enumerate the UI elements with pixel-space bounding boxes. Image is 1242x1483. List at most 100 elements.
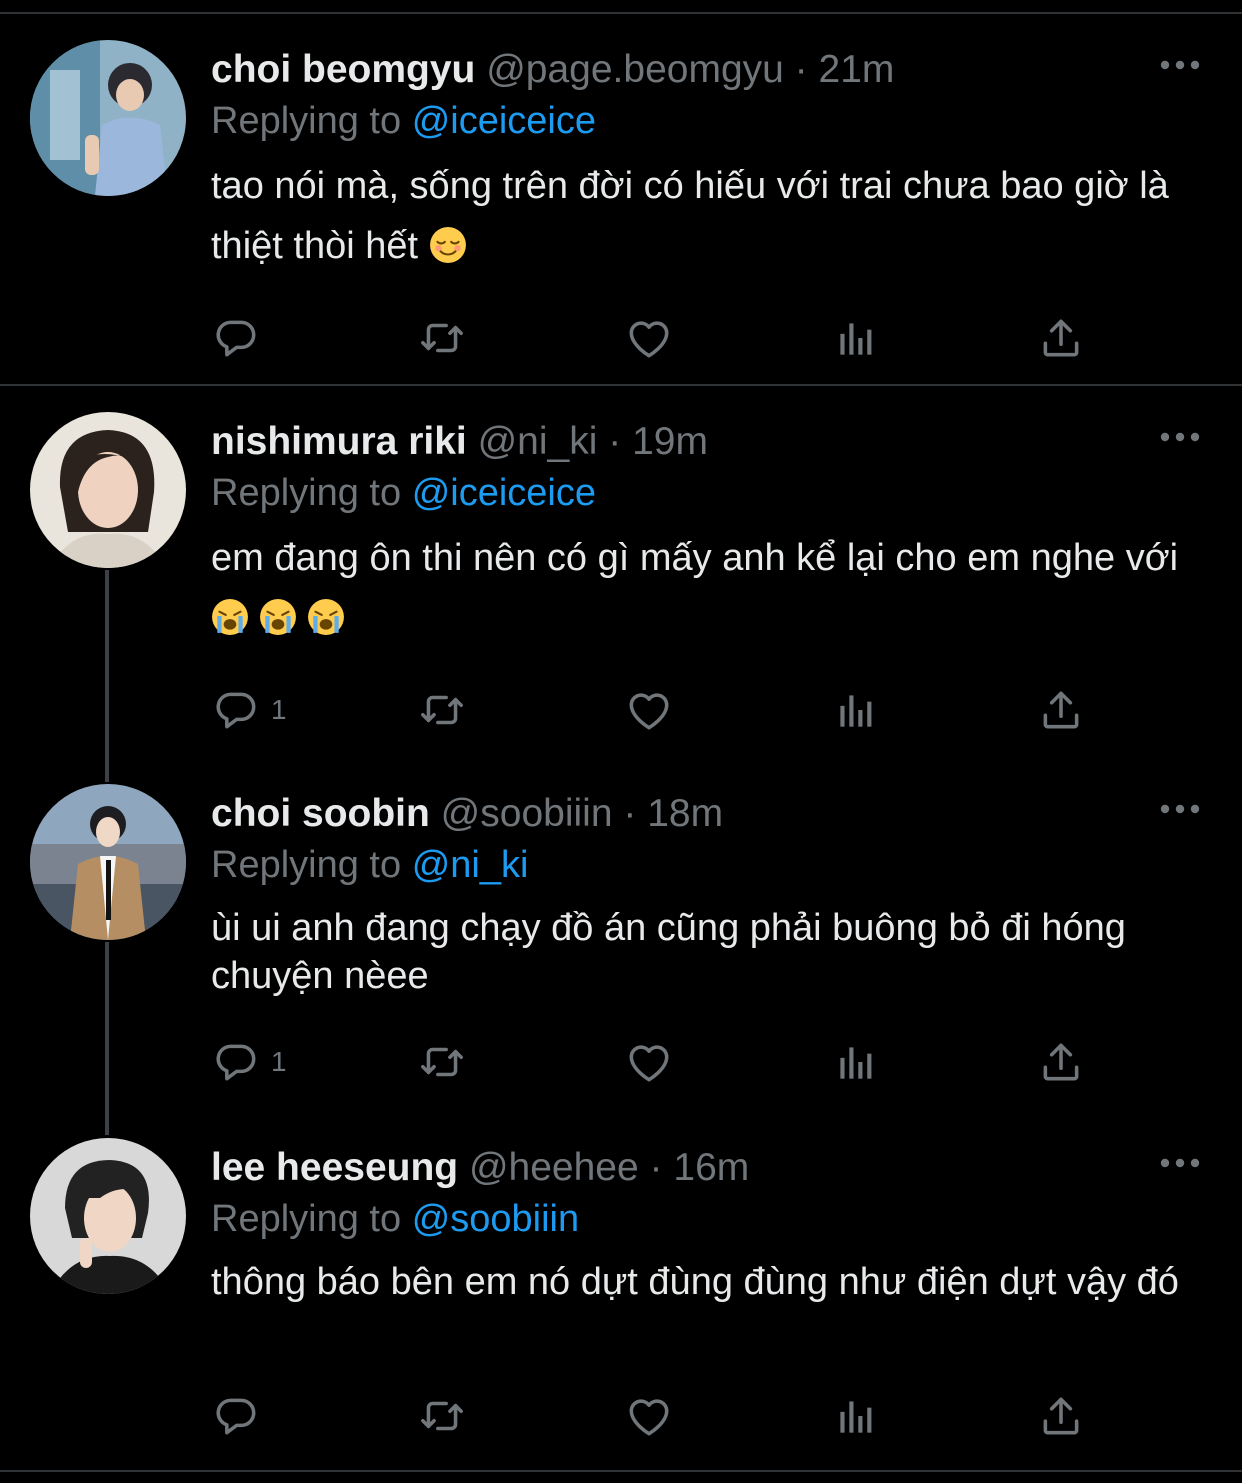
like-button[interactable] [624, 1391, 674, 1441]
user-handle[interactable]: @ni_ki [478, 420, 598, 463]
reply-icon [211, 1391, 261, 1441]
retweet-button[interactable] [417, 685, 467, 735]
analytics-icon [831, 1037, 881, 1087]
avatar[interactable] [30, 40, 186, 196]
action-bar: 1 [211, 1037, 1091, 1087]
analytics-button[interactable] [831, 313, 881, 363]
avatar[interactable] [30, 1138, 186, 1294]
replying-label: Replying to [211, 1198, 402, 1240]
replying-to: Replying to @iceiceice [211, 96, 596, 146]
mention-link[interactable]: @iceiceice [412, 472, 596, 514]
tweet-text: tao nói mà, sống trên đời có hiếu với tr… [211, 156, 1181, 276]
user-handle[interactable]: @page.beomgyu [486, 48, 784, 91]
tweet[interactable]: choi soobin @soobiiin · 18m Replying to … [0, 744, 1242, 1098]
analytics-button[interactable] [831, 685, 881, 735]
user-handle[interactable]: @soobiiin [441, 792, 613, 835]
replying-label: Replying to [211, 472, 402, 514]
like-button[interactable] [624, 685, 674, 735]
tweet-body: tao nói mà, sống trên đời có hiếu với tr… [211, 165, 1169, 267]
replying-to: Replying to @ni_ki [211, 840, 528, 890]
relieved-face-emoji [429, 226, 467, 264]
action-bar [211, 313, 1091, 363]
more-icon[interactable] [1156, 50, 1204, 80]
timestamp[interactable]: 21m [819, 48, 895, 91]
timestamp[interactable]: 18m [647, 792, 723, 835]
timestamp[interactable]: 16m [673, 1146, 749, 1189]
more-icon[interactable] [1156, 794, 1204, 824]
retweet-icon [417, 685, 467, 735]
reply-button[interactable] [211, 1391, 271, 1441]
tweet[interactable]: choi beomgyu @page.beomgyu · 21m Replyin… [0, 0, 1242, 386]
mention-link[interactable]: @soobiiin [412, 1198, 579, 1240]
retweet-icon [417, 313, 467, 363]
reply-count: 1 [271, 1046, 287, 1077]
retweet-button[interactable] [417, 313, 467, 363]
display-name[interactable]: choi soobin [211, 792, 430, 835]
reply-button[interactable] [211, 313, 271, 363]
reply-button[interactable]: 1 [211, 685, 287, 735]
tweet-body: em đang ôn thi nên có gì mấy anh kể lại … [211, 537, 1179, 579]
like-icon [624, 1391, 674, 1441]
reply-count: 1 [271, 694, 287, 725]
like-button[interactable] [624, 313, 674, 363]
reply-icon [211, 313, 261, 363]
share-button[interactable] [1036, 313, 1086, 363]
like-icon [624, 1037, 674, 1087]
avatar[interactable] [30, 784, 186, 940]
share-icon [1036, 313, 1086, 363]
share-button[interactable] [1036, 685, 1086, 735]
tweet-text: thông báo bên em nó dựt đùng đùng như đi… [211, 1258, 1181, 1306]
tweet-header: choi soobin @soobiiin · 18m [211, 786, 723, 842]
loudly-crying-face-emoji [211, 598, 249, 636]
separator: · [623, 792, 637, 835]
replying-to: Replying to @soobiiin [211, 1194, 579, 1244]
tweet-text: em đang ôn thi nên có gì mấy anh kể lại … [211, 528, 1181, 648]
user-handle[interactable]: @heehee [469, 1146, 639, 1189]
reply-button[interactable]: 1 [211, 1037, 287, 1087]
retweet-button[interactable] [417, 1037, 467, 1087]
retweet-button[interactable] [417, 1391, 467, 1441]
reply-icon [211, 685, 261, 735]
more-icon[interactable] [1156, 422, 1204, 452]
loudly-crying-face-emoji [259, 598, 297, 636]
tweet-header: lee heeseung @heehee · 16m [211, 1140, 749, 1196]
replying-label: Replying to [211, 100, 402, 142]
analytics-button[interactable] [831, 1391, 881, 1441]
share-button[interactable] [1036, 1037, 1086, 1087]
bottom-divider [0, 1470, 1242, 1472]
mention-link[interactable]: @ni_ki [412, 844, 529, 886]
tweet-text: ùi ui anh đang chạy đồ án cũng phải buôn… [211, 904, 1181, 1000]
tweet[interactable]: lee heeseung @heehee · 16m Replying to @… [0, 1098, 1242, 1470]
display-name[interactable]: lee heeseung [211, 1146, 458, 1189]
tweet-header: choi beomgyu @page.beomgyu · 21m [211, 42, 894, 98]
analytics-icon [831, 685, 881, 735]
share-button[interactable] [1036, 1391, 1086, 1441]
like-button[interactable] [624, 1037, 674, 1087]
reply-icon [211, 1037, 261, 1087]
tweet-body: ùi ui anh đang chạy đồ án cũng phải buôn… [211, 907, 1126, 997]
more-icon[interactable] [1156, 1148, 1204, 1178]
analytics-button[interactable] [831, 1037, 881, 1087]
action-bar [211, 1391, 1091, 1441]
separator: · [608, 420, 622, 463]
tweet[interactable]: nishimura riki @ni_ki · 19m Replying to … [0, 372, 1242, 744]
retweet-icon [417, 1037, 467, 1087]
replying-to: Replying to @iceiceice [211, 468, 596, 518]
display-name[interactable]: nishimura riki [211, 420, 467, 463]
like-icon [624, 313, 674, 363]
separator: · [649, 1146, 663, 1189]
mention-link[interactable]: @iceiceice [412, 100, 596, 142]
tweet-header: nishimura riki @ni_ki · 19m [211, 414, 708, 470]
avatar[interactable] [30, 412, 186, 568]
share-icon [1036, 1391, 1086, 1441]
action-bar: 1 [211, 685, 1091, 735]
loudly-crying-face-emoji [307, 598, 345, 636]
tweet-body: thông báo bên em nó dựt đùng đùng như đi… [211, 1261, 1179, 1303]
separator: · [794, 48, 808, 91]
retweet-icon [417, 1391, 467, 1441]
display-name[interactable]: choi beomgyu [211, 48, 475, 91]
replying-label: Replying to [211, 844, 402, 886]
analytics-icon [831, 1391, 881, 1441]
share-icon [1036, 1037, 1086, 1087]
timestamp[interactable]: 19m [632, 420, 708, 463]
